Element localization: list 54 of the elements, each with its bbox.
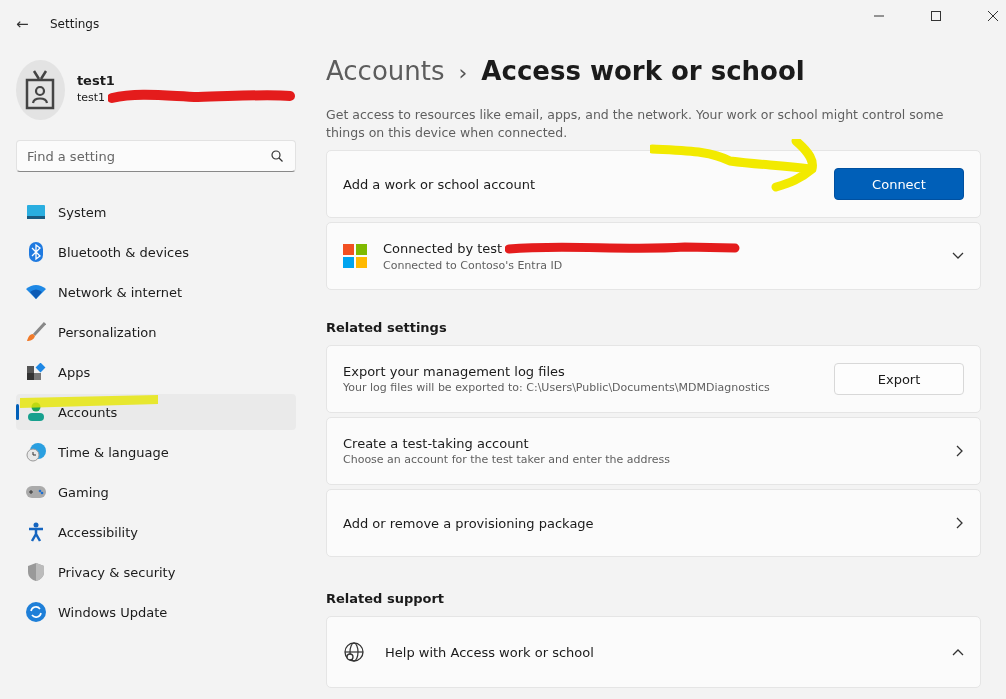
page-title: Access work or school: [481, 56, 805, 86]
badge-icon: [25, 70, 56, 110]
shield-icon: [26, 562, 46, 582]
update-icon: [26, 602, 46, 622]
card-title: Add or remove a provisioning package: [343, 515, 595, 531]
close-icon[interactable]: [988, 11, 998, 21]
apps-icon: [26, 363, 46, 381]
gamepad-icon: [26, 485, 46, 499]
user-email: test1: [76, 91, 105, 104]
chevron-icon[interactable]: [952, 648, 964, 656]
card-subtitle: Your log files will be exported to: C:\Users\Public\Documents\MDMDiagnostics: [343, 381, 771, 394]
card-title: Connected by test: [383, 241, 503, 256]
nav-item[interactable]: Windows Update: [16, 594, 296, 630]
window-title: Settings: [50, 17, 100, 31]
search-icon: [271, 150, 283, 162]
windows-logo-icon: [343, 244, 367, 268]
nav-item[interactable]: System: [16, 194, 296, 230]
settings-card[interactable]: Create a test-taking account Choose an account for the test taker and enter the address: [326, 417, 981, 485]
user-name: test1: [76, 72, 116, 88]
settings-card[interactable]: Add or remove a provisioning package: [326, 489, 981, 557]
nav-item[interactable]: Apps: [16, 354, 296, 390]
breadcrumb-parent[interactable]: Accounts: [326, 56, 445, 86]
card-title: Export your management log files: [343, 364, 566, 379]
card-subtitle: Choose an account for the test taker and enter the address: [343, 453, 672, 466]
nav-item[interactable]: Personalization: [16, 314, 296, 350]
nav-item[interactable]: Privacy & security: [16, 554, 296, 590]
chevron-right-icon: [956, 517, 964, 529]
back-button[interactable]: ←: [16, 15, 50, 33]
section-heading: Related settings: [326, 320, 448, 335]
chevron-icon[interactable]: [952, 252, 964, 260]
globe-search-icon: [343, 641, 365, 663]
search-field[interactable]: Find a setting: [16, 140, 296, 172]
card-title: Create a test-taking account: [343, 436, 530, 451]
nav-item[interactable]: Time & language: [16, 434, 296, 470]
card-title: Help with Access work or school: [385, 644, 595, 660]
monitor-icon: [26, 204, 46, 220]
connect-button[interactable]: Connect: [834, 168, 964, 200]
bluetooth-icon: [26, 242, 46, 262]
export-button[interactable]: Export: [834, 363, 964, 395]
nav-item[interactable]: Accessibility: [16, 514, 296, 550]
wifi-icon: [26, 284, 46, 300]
maximize-icon[interactable]: [931, 11, 941, 21]
accessibility-icon: [26, 522, 46, 542]
page-description: Get access to resources like email, apps, and the network. Your work or school might control some things on this device when connected.: [326, 106, 945, 142]
nav-item[interactable]: Network & internet: [16, 274, 296, 310]
breadcrumb-separator: ›: [458, 60, 468, 85]
chevron-right-icon: [956, 445, 964, 457]
section-heading: Related support: [326, 591, 446, 606]
card-subtitle: Connected to Contoso's Entra ID: [383, 258, 564, 272]
globe-clock-icon: [26, 442, 46, 462]
paintbrush-icon: [26, 322, 46, 342]
nav-item[interactable]: Bluetooth & devices: [16, 234, 296, 270]
card-title: Add a work or school account: [343, 176, 536, 192]
nav-item[interactable]: Gaming: [16, 474, 296, 510]
